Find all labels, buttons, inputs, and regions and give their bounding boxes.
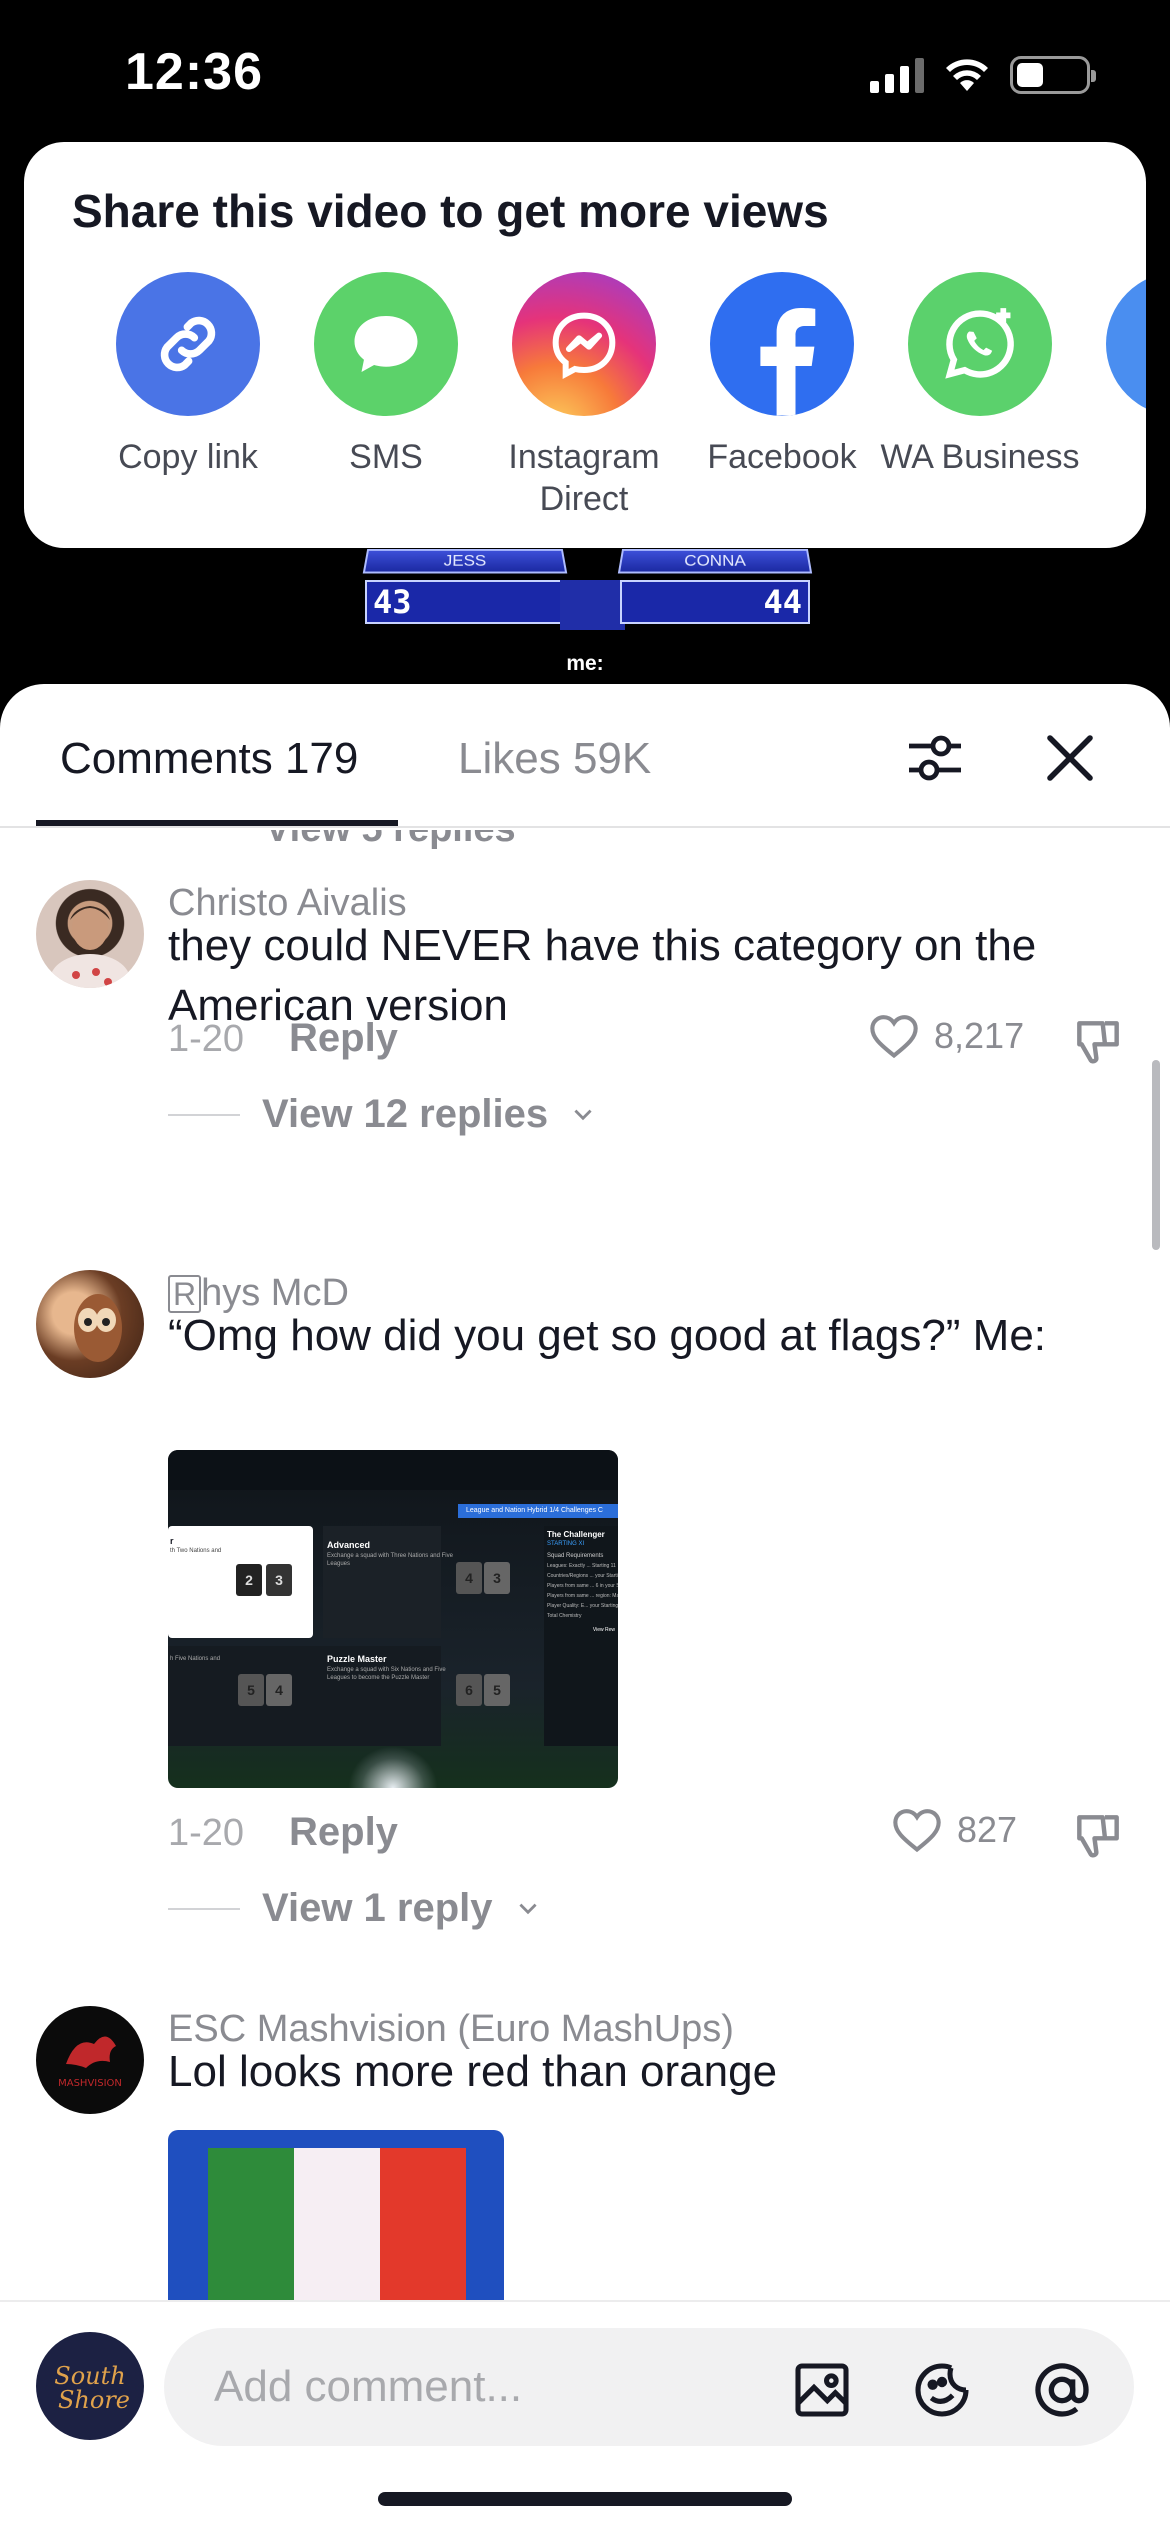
comment-input[interactable]: Add comment...	[164, 2328, 1134, 2446]
dislike-icon[interactable]	[1070, 1014, 1126, 1070]
home-indicator[interactable]	[378, 2492, 792, 2506]
dislike-icon[interactable]	[1070, 1808, 1126, 1864]
comment-date: 1-20	[168, 1018, 245, 1060]
share-instagram-direct[interactable]: Instagram Direct	[484, 272, 684, 520]
cellular-signal-icon	[870, 57, 924, 93]
mention-icon[interactable]	[1030, 2358, 1094, 2422]
filter-icon[interactable]	[905, 728, 965, 788]
share-facebook[interactable]: Facebook	[682, 272, 882, 478]
comment-placeholder: Add comment...	[214, 2362, 523, 2411]
avatar[interactable]	[36, 1270, 144, 1378]
svg-text:MASHVISION: MASHVISION	[58, 2078, 122, 2089]
view-replies-button[interactable]: View 12 replies	[168, 1092, 596, 1137]
comment-image[interactable]	[168, 2130, 504, 2300]
chat-bubble-icon	[314, 272, 458, 416]
share-title: Share this video to get more views	[72, 185, 829, 237]
comments-list[interactable]: View 5 replies Christo Aivalis they coul…	[0, 830, 1170, 2300]
reply-button[interactable]: Reply	[289, 1810, 398, 1855]
view-replies-button[interactable]: View 1 reply	[168, 1886, 541, 1931]
tab-comments[interactable]: Comments 179	[60, 734, 358, 784]
wifi-icon	[946, 59, 988, 91]
comments-sheet: Comments 179 Likes 59K View 5 replies Ch…	[0, 684, 1170, 2532]
comment-input-bar: South Shore Add comment...	[0, 2300, 1170, 2532]
share-copy-link[interactable]: Copy link	[88, 272, 288, 478]
avatar[interactable]: MASHVISION	[36, 2006, 144, 2114]
my-avatar[interactable]: South Shore	[36, 2332, 144, 2440]
active-tab-indicator	[36, 820, 398, 826]
heart-icon	[870, 1015, 918, 1059]
status-time: 12:36	[125, 43, 263, 101]
video-caption: me:	[566, 652, 604, 675]
facebook-icon	[710, 272, 854, 416]
image-icon[interactable]	[790, 2358, 854, 2422]
like-button[interactable]: 827	[891, 1806, 1017, 1854]
share-options-row[interactable]: Copy link SMS Instagram Direct Facebook	[24, 272, 1146, 532]
share-more[interactable]: M	[1078, 272, 1146, 478]
svg-text:Shore: Shore	[58, 2386, 130, 2414]
emoji-sticker-icon[interactable]	[910, 2358, 974, 2422]
podium-center	[560, 580, 625, 630]
heart-icon	[893, 1809, 941, 1853]
more-icon	[1106, 272, 1146, 416]
like-count: 827	[957, 1809, 1018, 1850]
like-button[interactable]: 8,217	[868, 1012, 1024, 1060]
status-icons	[870, 56, 1096, 94]
video-frame[interactable]: JESS 43 CONNA 44 me:	[0, 540, 1170, 700]
like-count: 8,217	[934, 1015, 1025, 1056]
status-bar: 12:36	[0, 0, 1170, 150]
comments-tabs: Comments 179 Likes 59K	[0, 684, 1170, 828]
score-left: 43	[365, 580, 565, 624]
comment-text: Lol looks more red than orange	[168, 2047, 778, 2096]
contestant-podium-right: CONNA 44	[617, 548, 813, 658]
chevron-down-icon	[574, 1109, 592, 1120]
scrollbar[interactable]	[1152, 1060, 1160, 1250]
messenger-icon	[512, 272, 656, 416]
battery-icon	[1010, 56, 1096, 94]
comment-text: “Omg how did you get so good at flags?” …	[168, 1311, 1047, 1360]
comment-image[interactable]: League and Nation Hybrid 1/4 Challenges …	[168, 1450, 618, 1788]
share-sms[interactable]: SMS	[286, 272, 486, 478]
contestant-podium-left: JESS 43	[362, 548, 568, 658]
score-right: 44	[620, 580, 810, 624]
comment-date: 1-20	[168, 1812, 245, 1854]
close-icon[interactable]	[1040, 728, 1100, 788]
share-card: Share this video to get more views Copy …	[24, 142, 1146, 548]
view-replies-partial[interactable]: View 5 replies	[265, 830, 516, 851]
chevron-down-icon	[518, 1903, 537, 1914]
share-wa-business[interactable]: WA Business	[880, 272, 1080, 478]
link-icon	[116, 272, 260, 416]
tab-likes[interactable]: Likes 59K	[458, 734, 651, 784]
avatar[interactable]	[36, 880, 144, 988]
reply-button[interactable]: Reply	[289, 1016, 398, 1061]
whatsapp-business-icon	[908, 272, 1052, 416]
